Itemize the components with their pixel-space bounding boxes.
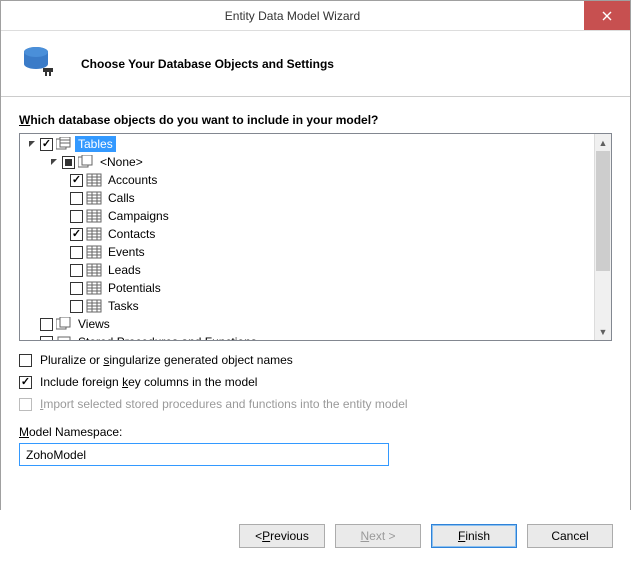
table-icon [86,227,102,241]
checkbox-table[interactable] [70,264,83,277]
scroll-up-icon[interactable]: ▲ [595,134,611,151]
table-icon [86,245,102,259]
schema-icon [78,155,94,169]
namespace-label: Model Namespace: [19,425,612,439]
option-foreign-keys[interactable]: Include foreign key columns in the model [19,371,612,393]
option-pluralize[interactable]: Pluralize or singularize generated objec… [19,349,612,371]
previous-button[interactable]: < Previous [239,524,325,548]
checkbox-pluralize[interactable] [19,354,32,367]
objects-prompt: Which database objects do you want to in… [19,113,612,127]
tree-node-table[interactable]: Contacts [22,225,594,243]
scroll-thumb[interactable] [596,151,610,271]
wizard-header: Choose Your Database Objects and Setting… [1,31,630,97]
table-icon [86,191,102,205]
tree-label-table[interactable]: Events [105,244,148,260]
wizard-footer: < Previous Next > Finish Cancel [0,510,631,566]
tree-label-tables[interactable]: Tables [75,136,116,152]
window-title: Entity Data Model Wizard [1,9,584,23]
tree-node-table[interactable]: Accounts [22,171,594,189]
titlebar: Entity Data Model Wizard [1,1,630,31]
table-icon [86,209,102,223]
tree-label-table[interactable]: Leads [105,262,144,278]
checkbox-views[interactable] [40,318,53,331]
table-icon [86,173,102,187]
tree-node-table[interactable]: Events [22,243,594,261]
checkbox-foreign-keys[interactable] [19,376,32,389]
tree-node-none[interactable]: <None> [22,153,594,171]
options-group: Pluralize or singularize generated objec… [19,341,612,415]
tree-node-tables[interactable]: Tables [22,135,594,153]
checkbox-tables[interactable] [40,138,53,151]
tree-node-table[interactable]: Potentials [22,279,594,297]
tree-label-table[interactable]: Campaigns [105,208,172,224]
tree-viewport[interactable]: Tables <None> Accounts Calls Campaigns Cont… [20,134,594,340]
tree-label-table[interactable]: Accounts [105,172,160,188]
sprocs-group-icon [56,335,72,340]
expander-icon[interactable] [26,138,38,150]
tree-node-table[interactable]: Leads [22,261,594,279]
checkbox-table[interactable] [70,246,83,259]
database-icon [21,44,61,84]
wizard-heading: Choose Your Database Objects and Setting… [81,57,334,71]
tree-label-sprocs[interactable]: Stored Procedures and Functions [75,334,260,340]
tree-label-views[interactable]: Views [75,316,113,332]
tree-node-views[interactable]: Views [22,315,594,333]
objects-tree: Tables <None> Accounts Calls Campaigns Cont… [19,133,612,341]
tree-label-none[interactable]: <None> [97,154,146,170]
checkbox-table[interactable] [70,300,83,313]
scroll-down-icon[interactable]: ▼ [595,323,611,340]
finish-button[interactable]: Finish [431,524,517,548]
namespace-input[interactable] [19,443,389,466]
next-button: Next > [335,524,421,548]
checkbox-table[interactable] [70,192,83,205]
option-import-sprocs-label: Import selected stored procedures and fu… [40,397,408,411]
scroll-track[interactable] [595,151,611,323]
option-pluralize-label: Pluralize or singularize generated objec… [40,353,293,367]
checkbox-sprocs[interactable] [40,336,53,341]
checkbox-table[interactable] [70,282,83,295]
tree-label-table[interactable]: Calls [105,190,138,206]
wizard-content: Which database objects do you want to in… [1,97,630,466]
table-icon [86,281,102,295]
tree-label-table[interactable]: Contacts [105,226,158,242]
option-foreign-keys-label: Include foreign key columns in the model [40,375,257,389]
table-icon [86,299,102,313]
checkbox-table[interactable] [70,174,83,187]
close-button[interactable] [584,1,630,30]
tree-label-table[interactable]: Tasks [105,298,142,314]
tree-node-table[interactable]: Tasks [22,297,594,315]
tree-label-table[interactable]: Potentials [105,280,164,296]
checkbox-import-sprocs [19,398,32,411]
views-group-icon [56,317,72,331]
option-import-sprocs: Import selected stored procedures and fu… [19,393,612,415]
checkbox-table[interactable] [70,210,83,223]
checkbox-table[interactable] [70,228,83,241]
expander-icon[interactable] [48,156,60,168]
tree-node-table[interactable]: Campaigns [22,207,594,225]
cancel-button[interactable]: Cancel [527,524,613,548]
tree-scrollbar[interactable]: ▲ ▼ [594,134,611,340]
tree-node-sprocs[interactable]: Stored Procedures and Functions [22,333,594,340]
checkbox-none[interactable] [62,156,75,169]
tables-group-icon [56,137,72,151]
tree-node-table[interactable]: Calls [22,189,594,207]
table-icon [86,263,102,277]
